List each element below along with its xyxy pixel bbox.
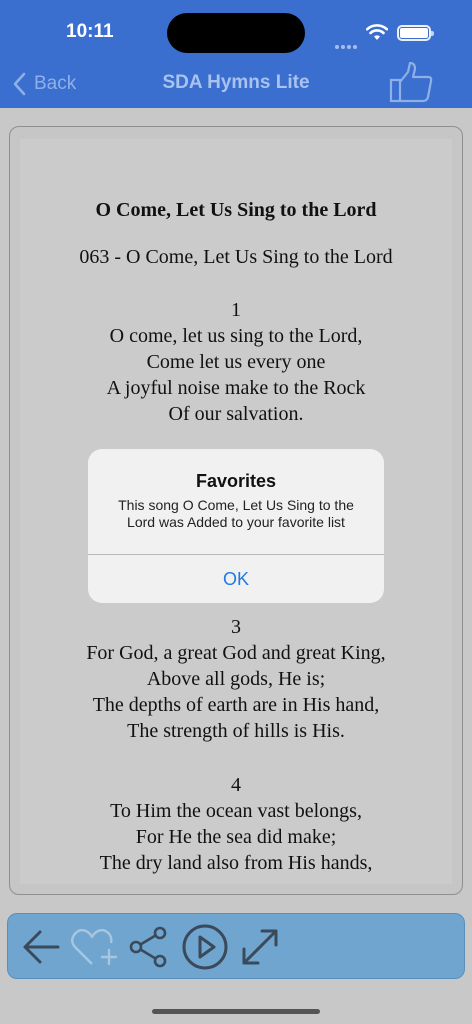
alert-message: This song O Come, Let Us Sing to the Lor…: [118, 497, 354, 530]
favorites-alert: Favorites This song O Come, Let Us Sing …: [88, 449, 384, 603]
alert-title: Favorites: [195, 471, 277, 491]
alert-overlay: Favorites This song O Come, Let Us Sing …: [0, 0, 472, 1024]
alert-ok-button[interactable]: OK: [88, 555, 384, 603]
